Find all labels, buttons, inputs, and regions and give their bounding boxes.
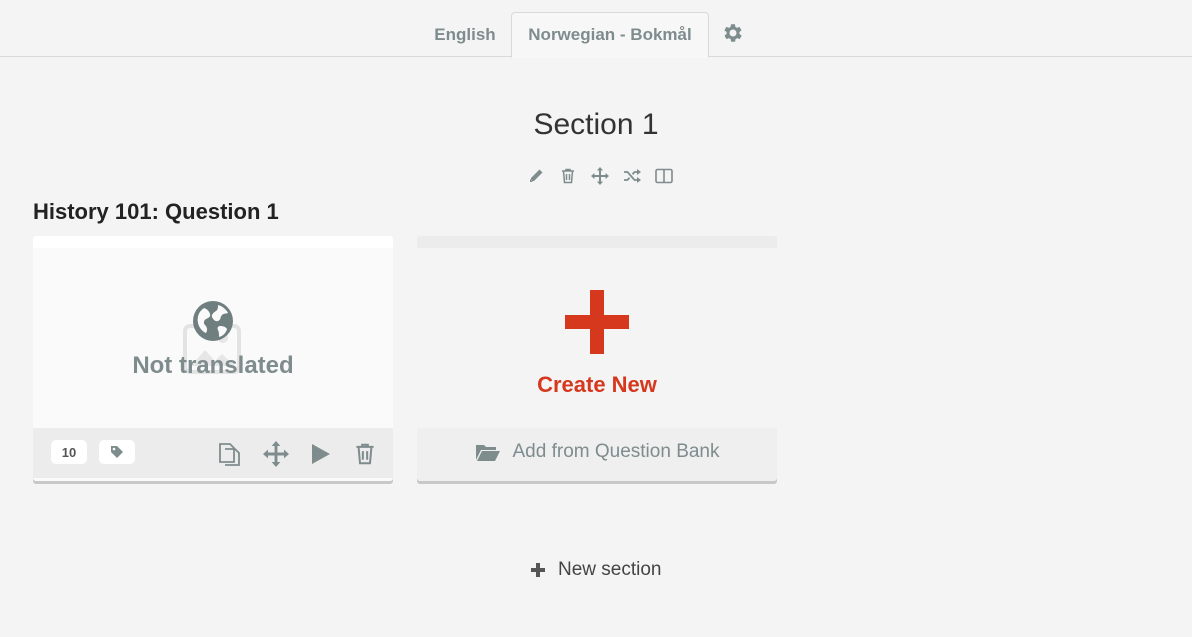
tag-icon (111, 446, 123, 458)
trash-icon (356, 443, 374, 465)
folder-open-icon (475, 445, 500, 461)
plus-icon (565, 290, 629, 354)
copy-button[interactable] (215, 440, 243, 468)
tab-norwegian-bokmal[interactable]: Norwegian - Bokmål (511, 12, 709, 58)
create-new-button[interactable]: Create New (417, 372, 777, 398)
shuffle-icon[interactable] (616, 165, 648, 187)
columns-icon[interactable] (648, 165, 680, 187)
create-new-body[interactable]: Create New (417, 236, 777, 428)
new-section-label: New section (558, 559, 662, 580)
not-translated-label: Not translated (132, 352, 294, 379)
trash-icon[interactable] (552, 165, 584, 187)
new-section-button[interactable]: New section (530, 557, 662, 583)
section-title: Section 1 (533, 108, 659, 141)
play-icon (312, 444, 330, 464)
plus-icon (531, 563, 545, 577)
section-toolbar (520, 165, 680, 187)
preview-button[interactable] (307, 440, 335, 468)
points-badge[interactable]: 10 (51, 440, 87, 464)
pencil-icon[interactable] (520, 165, 552, 187)
question-card-body[interactable]: Not translated (33, 236, 393, 428)
move-icon[interactable] (584, 165, 616, 187)
gear-icon[interactable] (720, 21, 744, 45)
create-new-card[interactable]: Create New Add from Question Bank (417, 236, 777, 481)
question-group-title: History 101: Question 1 (33, 199, 279, 224)
tab-english[interactable]: English (422, 12, 508, 57)
delete-button[interactable] (351, 440, 379, 468)
move-icon (263, 441, 289, 467)
move-button[interactable] (262, 440, 290, 468)
copy-icon (219, 443, 240, 466)
add-from-question-bank-button[interactable]: Add from Question Bank (417, 440, 777, 464)
question-card-footer: 10 (33, 428, 393, 478)
language-tab-bar: English Norwegian - Bokmål (0, 0, 1192, 58)
question-card[interactable]: Not translated 10 (33, 236, 393, 481)
tag-badge[interactable] (99, 440, 135, 464)
question-bank-label: Add from Question Bank (512, 441, 720, 462)
globe-icon (193, 301, 233, 341)
